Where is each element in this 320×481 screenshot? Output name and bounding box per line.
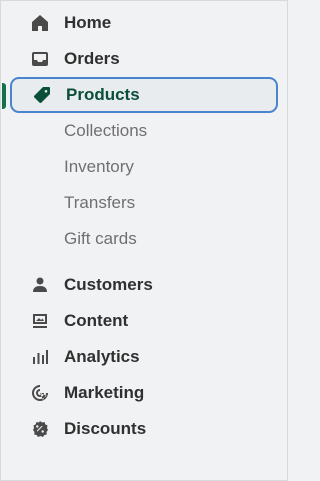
person-icon xyxy=(29,274,51,296)
subnav-item-collections[interactable]: Collections xyxy=(64,113,288,149)
nav-item-orders[interactable]: Orders xyxy=(10,41,278,77)
nav-item-analytics[interactable]: Analytics xyxy=(10,339,278,375)
subnav-item-transfers[interactable]: Transfers xyxy=(64,185,288,221)
sidebar-nav: Home Orders Products Collections Invento… xyxy=(0,0,288,481)
nav-item-label: Customers xyxy=(64,275,153,294)
home-icon xyxy=(29,12,51,34)
discount-icon xyxy=(29,418,51,440)
nav-item-label: Orders xyxy=(64,49,120,68)
nav-item-label: Products xyxy=(66,85,140,104)
nav-item-label: Discounts xyxy=(64,419,147,438)
target-icon xyxy=(29,382,51,404)
nav-item-customers[interactable]: Customers xyxy=(10,267,278,303)
nav-item-home[interactable]: Home xyxy=(10,5,278,41)
nav-item-label: Analytics xyxy=(64,347,140,366)
nav-item-label: Home xyxy=(64,13,112,32)
bar-chart-icon xyxy=(29,346,51,368)
nav-item-discounts[interactable]: Discounts xyxy=(10,411,278,447)
nav-item-products[interactable]: Products xyxy=(2,77,278,113)
nav-item-label: Content xyxy=(64,311,129,330)
subnav-item-inventory[interactable]: Inventory xyxy=(64,149,288,185)
subnav-item-gift-cards[interactable]: Gift cards xyxy=(64,221,288,257)
active-indicator xyxy=(2,83,6,109)
inbox-icon xyxy=(29,48,51,70)
nav-item-marketing[interactable]: Marketing xyxy=(10,375,278,411)
image-icon xyxy=(29,310,51,332)
tag-icon xyxy=(31,84,53,106)
nav-item-content[interactable]: Content xyxy=(10,303,278,339)
nav-item-label: Marketing xyxy=(64,383,145,402)
